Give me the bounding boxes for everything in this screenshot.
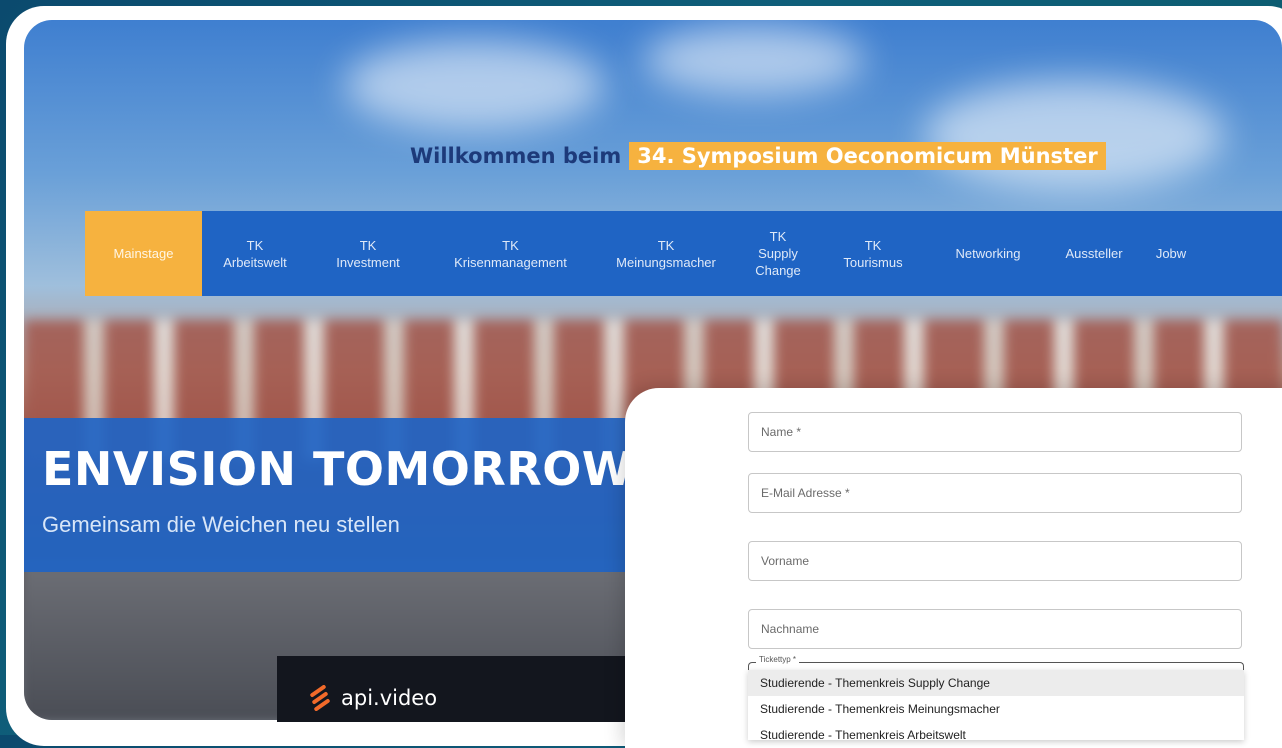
ticket-type-label: Tickettyp * (756, 655, 800, 664)
nav-item-tourismus[interactable]: TK Tourismus (817, 211, 929, 296)
hero-subtitle: Gemeinsam die Weichen neu stellen (42, 512, 400, 537)
email-field[interactable]: E-Mail Adresse * (748, 473, 1242, 513)
cloud-decoration (924, 80, 1224, 190)
ticket-type-dropdown: Studierende - Themenkreis Supply Change … (748, 670, 1244, 742)
api-video-icon (310, 685, 330, 711)
nav-item-aussteller[interactable]: Aussteller (1047, 211, 1141, 296)
ticket-option[interactable]: Studierende - Themenkreis Supply Change (748, 670, 1244, 696)
welcome-heading: Willkommen beim 34. Symposium Oeconomicu… (410, 140, 1106, 172)
nav-item-investment[interactable]: TK Investment (308, 211, 428, 296)
welcome-text: Willkommen beim (410, 144, 622, 168)
api-video-brand: api.video (341, 686, 438, 710)
firstname-field[interactable]: Vorname (748, 541, 1242, 581)
hero-title: ENVISION TOMORROW (42, 442, 634, 496)
stage-navigation: Mainstage TK Arbeitswelt TK Investment T… (85, 211, 1282, 296)
nav-item-jobwall[interactable]: Jobw (1141, 211, 1201, 296)
cloud-decoration (644, 25, 864, 95)
nav-item-supply-change[interactable]: TK Supply Change (739, 211, 817, 296)
cloud-decoration (344, 40, 604, 130)
nav-item-networking[interactable]: Networking (929, 211, 1047, 296)
nav-item-meinungsmacher[interactable]: TK Meinungsmacher (593, 211, 739, 296)
event-name-highlight: 34. Symposium Oeconomicum Münster (629, 142, 1106, 170)
api-video-logo: api.video (307, 685, 437, 711)
nav-item-arbeitswelt[interactable]: TK Arbeitswelt (202, 211, 308, 296)
name-field[interactable]: Name * (748, 412, 1242, 452)
nav-item-krisenmanagement[interactable]: TK Krisenmanagement (428, 211, 593, 296)
ticket-option[interactable]: Studierende - Themenkreis Meinungsmacher (748, 696, 1244, 722)
ticket-option[interactable]: Studierende - Themenkreis Arbeitswelt (748, 722, 1244, 748)
nav-item-mainstage[interactable]: Mainstage (85, 211, 202, 296)
lastname-field[interactable]: Nachname (748, 609, 1242, 649)
